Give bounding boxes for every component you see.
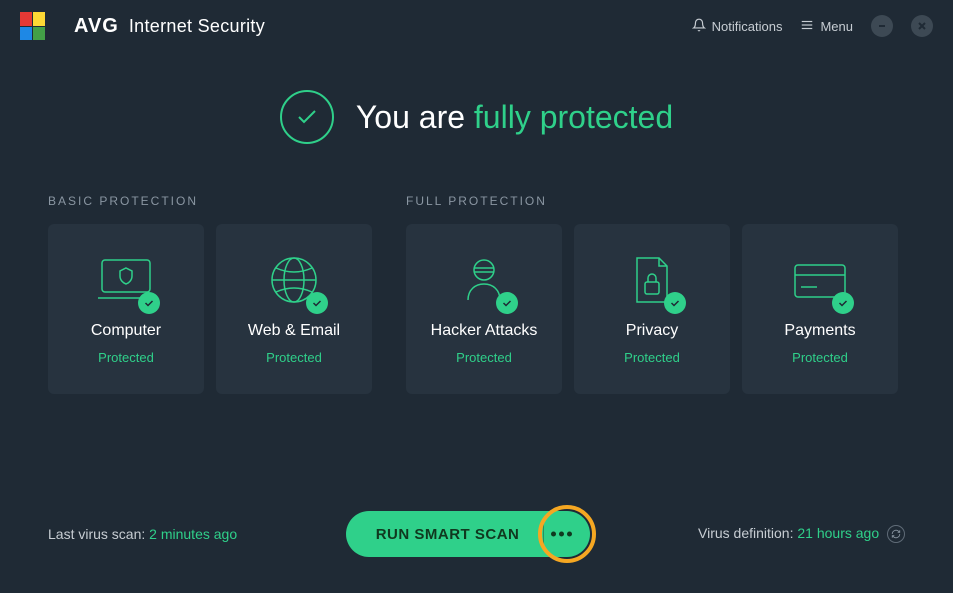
basic-protection-label: BASIC PROTECTION (48, 194, 372, 208)
card-computer[interactable]: Computer Protected (48, 224, 204, 394)
full-protection-label: FULL PROTECTION (406, 194, 898, 208)
avg-logo (20, 12, 64, 40)
card-title: Computer (91, 322, 161, 340)
scan-button-divider (543, 519, 544, 549)
card-status: Protected (266, 350, 322, 365)
hamburger-icon (800, 18, 814, 35)
check-badge-icon (138, 292, 160, 314)
status-message: You are fully protected (356, 99, 673, 136)
card-privacy[interactable]: Privacy Protected (574, 224, 730, 394)
menu-button[interactable]: Menu (800, 18, 853, 35)
card-title: Web & Email (248, 322, 340, 340)
scan-options-button[interactable] (551, 532, 572, 537)
card-status: Protected (792, 350, 848, 365)
notifications-button[interactable]: Notifications (692, 18, 783, 35)
card-status: Protected (456, 350, 512, 365)
bell-icon (692, 18, 706, 35)
card-payments[interactable]: Payments Protected (742, 224, 898, 394)
card-title: Privacy (626, 322, 678, 340)
card-web-email[interactable]: Web & Email Protected (216, 224, 372, 394)
card-hacker-attacks[interactable]: Hacker Attacks Protected (406, 224, 562, 394)
status-check-icon (280, 90, 334, 144)
card-status: Protected (624, 350, 680, 365)
brand-text: AVG (74, 15, 119, 38)
last-scan-info: Last virus scan: 2 minutes ago (48, 526, 237, 542)
minimize-button[interactable] (871, 15, 893, 37)
card-status: Protected (98, 350, 154, 365)
refresh-definitions-button[interactable] (887, 525, 905, 543)
menu-label: Menu (820, 19, 853, 34)
check-badge-icon (832, 292, 854, 314)
check-badge-icon (496, 292, 518, 314)
card-title: Hacker Attacks (431, 322, 538, 340)
card-title: Payments (784, 322, 855, 340)
virus-definition-info: Virus definition: 21 hours ago (698, 525, 905, 543)
check-badge-icon (306, 292, 328, 314)
close-button[interactable] (911, 15, 933, 37)
check-badge-icon (664, 292, 686, 314)
notifications-label: Notifications (712, 19, 783, 34)
app-title: Internet Security (129, 16, 265, 37)
